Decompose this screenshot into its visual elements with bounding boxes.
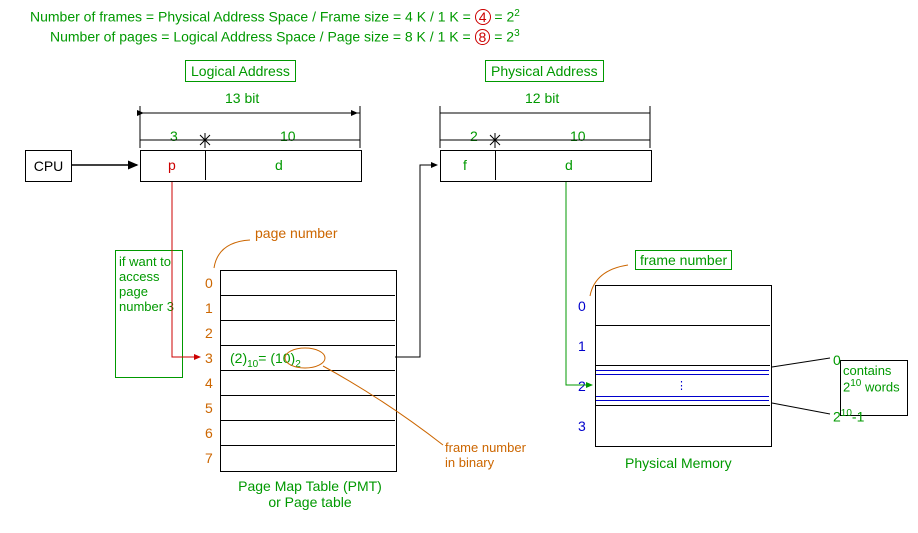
connectors-svg (0, 0, 918, 533)
